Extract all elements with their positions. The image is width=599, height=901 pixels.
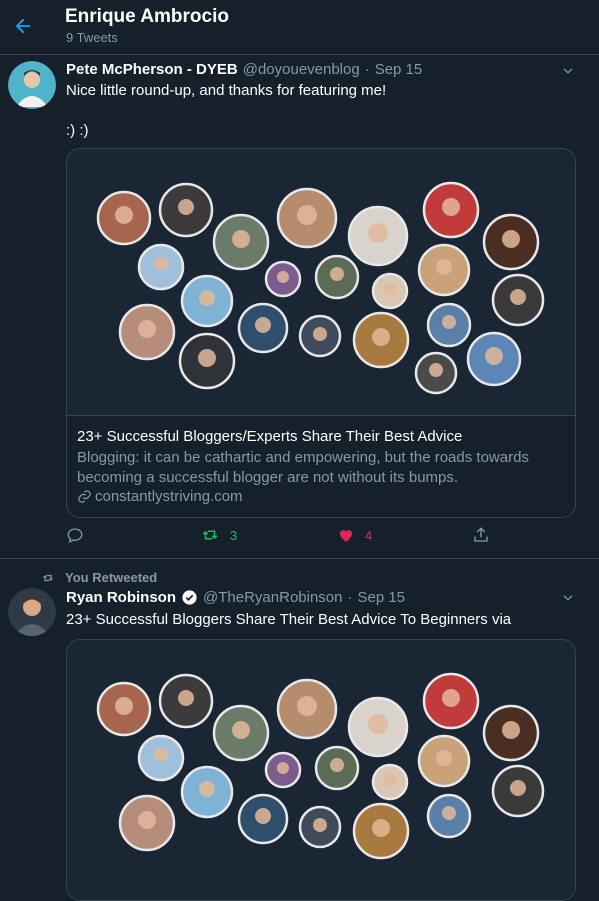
retweet-button[interactable]: 3 [200,526,237,544]
profile-name: Enrique Ambrocio [65,6,229,27]
like-button[interactable]: 4 [337,526,372,544]
share-button[interactable] [472,526,490,544]
avatar[interactable] [8,588,56,636]
separator-dot: · [364,61,370,78]
card-image [67,640,575,900]
tweet[interactable]: Ryan Robinson @TheRyanRobinson · Sep 15 … [0,588,599,901]
retweet-count: 3 [230,527,238,543]
author-name[interactable]: Ryan Robinson [66,589,176,606]
author-name[interactable]: Pete McPherson - DYEB [66,61,238,78]
share-icon [474,527,488,542]
profile-header: Enrique Ambrocio 9 Tweets [0,0,599,55]
tweet-text: Nice little round-up, and thanks for fea… [66,82,387,99]
like-count: 4 [365,527,373,543]
separator-dot: · [347,589,353,606]
reply-icon [67,528,83,543]
verified-badge-icon [182,590,197,605]
heart-icon [340,530,352,542]
tweet-count: 9 Tweets [66,30,118,45]
card-description: Blogging: it can be cathartic and empowe… [77,449,529,486]
chevron-down-icon[interactable] [561,591,575,605]
back-button[interactable] [10,13,36,39]
tweet[interactable]: Pete McPherson - DYEB @doyouevenblog · S… [0,55,599,559]
tweet-text: :) :) [66,122,89,139]
retweeted-text: You Retweeted [65,570,158,585]
reply-button[interactable] [66,526,84,544]
chevron-down-icon[interactable] [561,64,575,78]
tweet-date[interactable]: Sep 15 [375,61,423,78]
tweet-actions: 3 4 [66,526,526,548]
author-handle[interactable]: @doyouevenblog [243,61,360,78]
card-image [67,149,575,416]
retweet-icon [202,530,218,540]
card-title: 23+ Successful Bloggers/Experts Share Th… [77,428,463,445]
tweet-date[interactable]: Sep 15 [357,589,405,606]
retweeted-label: You Retweeted [41,570,157,585]
retweet-icon [43,574,53,581]
link-icon [78,490,91,503]
link-card[interactable]: 23+ Successful Bloggers/Experts Share Th… [66,148,576,518]
arrow-left-icon [15,18,31,34]
tweet-text: 23+ Successful Bloggers Share Their Best… [66,611,512,628]
avatar[interactable] [8,61,56,109]
card-domain: constantlystriving.com [77,488,243,505]
link-card[interactable] [66,639,576,901]
card-domain-text: constantlystriving.com [95,488,243,505]
author-handle[interactable]: @TheRyanRobinson [203,589,342,606]
